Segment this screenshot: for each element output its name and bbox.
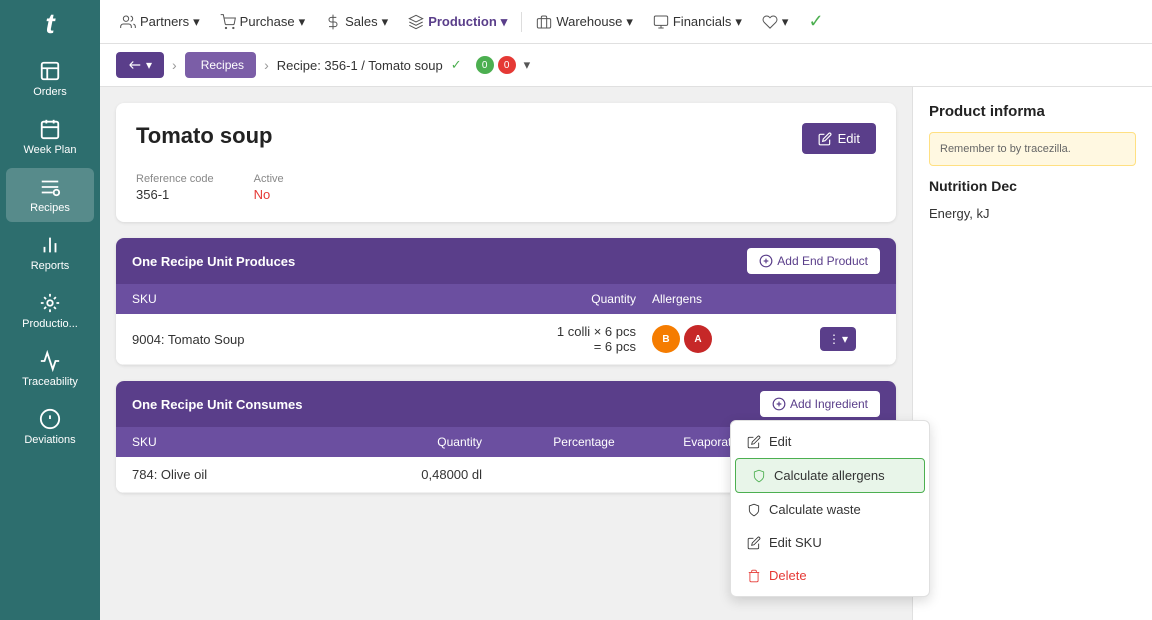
check-icon: ✓ — [451, 57, 462, 73]
nav-extra[interactable]: ▾ — [754, 10, 797, 34]
context-calculate-allergens[interactable]: Calculate allergens — [735, 458, 925, 493]
sidebar-item-week-plan[interactable]: Week Plan — [6, 110, 94, 164]
sidebar-item-recipes[interactable]: Recipes — [6, 168, 94, 222]
col-header-actions — [820, 292, 880, 306]
recipe-meta: Reference code 356-1 Active No — [136, 170, 876, 202]
nav-production[interactable]: Production ▾ — [400, 10, 515, 34]
sidebar-item-reports[interactable]: Reports — [6, 226, 94, 280]
active-field: Active No — [254, 170, 284, 202]
breadcrumb-separator: › — [172, 57, 177, 73]
panel-notice: Remember to by tracezilla. — [929, 132, 1136, 166]
end-products-section: One Recipe Unit Produces Add End Product… — [116, 238, 896, 365]
row-sku: 9004: Tomato Soup — [132, 332, 468, 347]
sidebar-item-deviations[interactable]: Deviations — [6, 400, 94, 454]
energy-label: Energy, kJ — [929, 206, 989, 221]
sidebar: t Orders Week Plan Recipes Reports Produ… — [0, 0, 100, 620]
nav-check[interactable]: ✓ — [800, 7, 831, 36]
nav-partners[interactable]: Partners ▾ — [112, 10, 208, 34]
add-end-product-button[interactable]: Add End Product — [747, 248, 880, 274]
breadcrumb-dropdown[interactable]: ▾ — [524, 57, 531, 73]
end-products-header: One Recipe Unit Produces Add End Product — [116, 238, 896, 284]
right-panel: Product informa Remember to by tracezill… — [912, 87, 1152, 620]
energy-row: Energy, kJ — [929, 202, 1136, 225]
row-allergens: B A — [652, 325, 820, 353]
nav-divider — [521, 12, 522, 32]
panel-title: Product informa — [929, 103, 1136, 120]
row-quantity: 1 colli × 6 pcs= 6 pcs — [468, 324, 652, 354]
edit-recipe-button[interactable]: Edit — [802, 123, 876, 154]
allergen-a: A — [684, 325, 712, 353]
nutrition-title: Nutrition Dec — [929, 178, 1136, 194]
recipe-title: Tomato soup — [136, 123, 272, 149]
main-area: Partners ▾ Purchase ▾ Sales ▾ Production… — [100, 0, 1152, 620]
ingredient-sku: 784: Olive oil — [132, 467, 365, 482]
context-menu: Edit Calculate allergens Calculate waste… — [730, 420, 930, 597]
back-button[interactable]: ▾ — [116, 52, 164, 78]
badge-red: 0 — [498, 56, 516, 74]
row-action-button[interactable]: ⋮ ▾ — [820, 327, 856, 351]
breadcrumb-title: Recipe: 356-1 / Tomato soup — [277, 58, 443, 73]
col-header-allergens: Allergens — [652, 292, 820, 306]
app-logo: t — [45, 8, 54, 40]
ingredient-quantity: 0,48000 dl — [365, 467, 498, 482]
context-delete[interactable]: Delete — [731, 559, 929, 592]
nav-sales[interactable]: Sales ▾ — [317, 10, 396, 34]
sidebar-item-orders[interactable]: Orders — [6, 52, 94, 106]
nav-warehouse[interactable]: Warehouse ▾ — [528, 10, 641, 34]
reference-code-value: 356-1 — [136, 187, 214, 202]
sidebar-item-traceability[interactable]: Traceability — [6, 342, 94, 396]
context-calculate-waste[interactable]: Calculate waste — [731, 493, 929, 526]
recipes-breadcrumb-button[interactable]: Recipes — [185, 52, 256, 78]
col-header-quantity: Quantity — [468, 292, 652, 306]
context-edit[interactable]: Edit — [731, 425, 929, 458]
col-header-sku-2: SKU — [132, 435, 365, 449]
table-row: 9004: Tomato Soup 1 colli × 6 pcs= 6 pcs… — [116, 314, 896, 365]
col-header-quantity-2: Quantity — [365, 435, 498, 449]
recipe-header: Tomato soup Edit — [136, 123, 876, 154]
reference-code-field: Reference code 356-1 — [136, 170, 214, 202]
col-header-percentage: Percentage — [498, 435, 631, 449]
breadcrumb-badges: 0 0 — [476, 56, 516, 74]
allergen-b: B — [652, 325, 680, 353]
breadcrumb-separator-2: › — [264, 57, 269, 73]
row-actions: ⋮ ▾ — [820, 327, 880, 351]
breadcrumb-bar: ▾ › Recipes › Recipe: 356-1 / Tomato sou… — [100, 44, 1152, 87]
col-header-sku: SKU — [132, 292, 468, 306]
context-edit-sku[interactable]: Edit SKU — [731, 526, 929, 559]
sidebar-item-production[interactable]: Productio... — [6, 284, 94, 338]
content-area: Tomato soup Edit Reference code 356-1 Ac… — [100, 87, 1152, 620]
badge-green: 0 — [476, 56, 494, 74]
active-value: No — [254, 187, 284, 202]
add-ingredient-button[interactable]: Add Ingredient — [760, 391, 880, 417]
top-navigation: Partners ▾ Purchase ▾ Sales ▾ Production… — [100, 0, 1152, 44]
nav-purchase[interactable]: Purchase ▾ — [212, 10, 313, 34]
end-products-columns: SKU Quantity Allergens — [116, 284, 896, 314]
nav-financials[interactable]: Financials ▾ — [645, 10, 750, 34]
recipe-card: Tomato soup Edit Reference code 356-1 Ac… — [116, 103, 896, 222]
